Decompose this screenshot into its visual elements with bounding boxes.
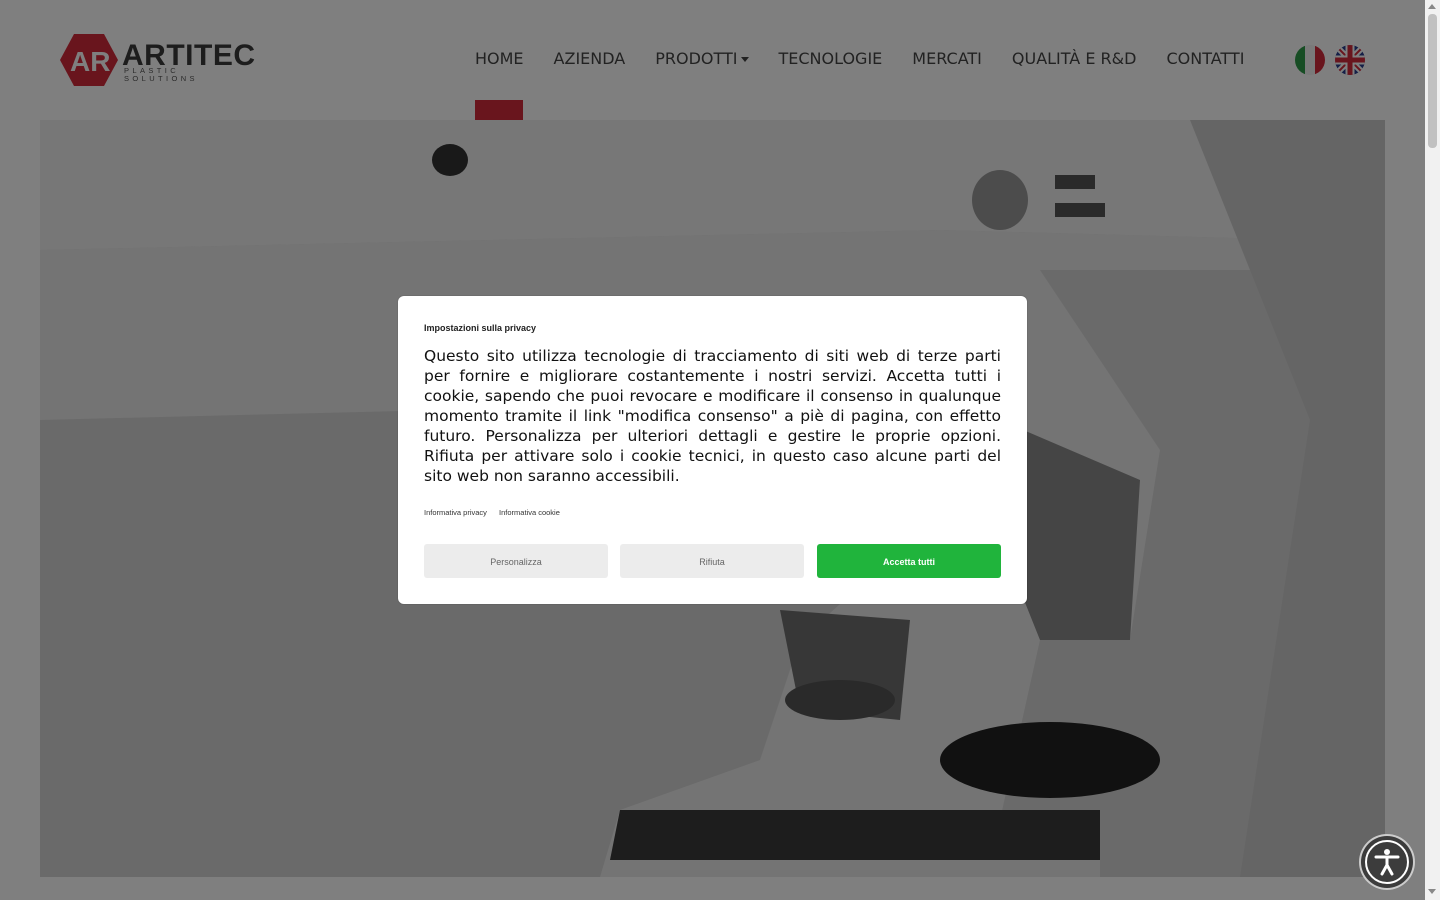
scroll-thumb[interactable]: [1428, 14, 1437, 148]
scroll-up-icon[interactable]: [1428, 4, 1436, 9]
page-scrollbar[interactable]: [1425, 0, 1440, 900]
customize-button[interactable]: Personalizza: [424, 544, 608, 578]
accessibility-button[interactable]: [1361, 836, 1413, 888]
accessibility-icon: [1374, 849, 1400, 876]
accept-all-button[interactable]: Accetta tutti: [817, 544, 1001, 578]
dialog-title: Impostazioni sulla privacy: [424, 323, 537, 333]
policy-links: Informativa privacy Informativa cookie: [424, 508, 570, 517]
dialog-body: Questo sito utilizza tecnologie di tracc…: [424, 347, 1001, 485]
accessibility-ring: [1365, 840, 1409, 884]
cookie-policy-link[interactable]: Informativa cookie: [499, 508, 560, 517]
cookie-consent-dialog: Impostazioni sulla privacy Questo sito u…: [398, 296, 1027, 604]
scroll-down-icon[interactable]: [1428, 889, 1436, 894]
privacy-policy-link[interactable]: Informativa privacy: [424, 508, 487, 517]
reject-button[interactable]: Rifiuta: [620, 544, 804, 578]
